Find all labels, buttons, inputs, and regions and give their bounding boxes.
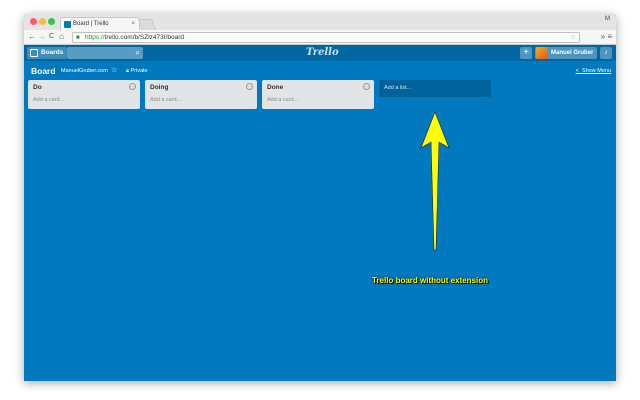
- add-button[interactable]: +: [520, 47, 532, 59]
- notifications-bell-icon[interactable]: ♪: [600, 47, 612, 59]
- board-team[interactable]: ManuelGruber.com: [61, 67, 108, 76]
- avatar: [536, 47, 548, 59]
- annotation-caption: Trello board without extension: [372, 276, 489, 285]
- list-name[interactable]: Doing: [150, 83, 168, 92]
- arrow-up-icon: [420, 112, 450, 251]
- bookmark-star-icon[interactable]: ☆: [570, 33, 576, 42]
- show-menu-link[interactable]: < Show Menu: [576, 67, 611, 76]
- list-doing: Doing … Add a card...: [145, 80, 257, 109]
- list-menu-icon[interactable]: …: [363, 83, 370, 90]
- list-name[interactable]: Do: [33, 83, 42, 92]
- back-icon[interactable]: ←: [28, 32, 36, 42]
- forward-icon[interactable]: →: [38, 32, 46, 42]
- boards-label: Boards: [41, 49, 64, 56]
- star-icon[interactable]: ☆: [111, 66, 117, 76]
- tab-title: Board | Trello: [73, 21, 109, 27]
- chevron-left-icon: <: [575, 68, 579, 74]
- add-card-link[interactable]: Add a card...: [150, 96, 181, 105]
- profile-initial[interactable]: M: [605, 16, 610, 22]
- boards-button[interactable]: Boards: [27, 47, 68, 59]
- close-window-icon[interactable]: [30, 18, 37, 25]
- browser-toolbar: ← → C ⌂ ■ https://trello.com/b/SZlz473I/…: [24, 30, 616, 45]
- list-name[interactable]: Done: [267, 83, 283, 92]
- trello-header: Boards ⌕ Trello + Manuel Gruber ♪: [24, 45, 616, 61]
- url-scheme: https://: [85, 34, 105, 41]
- search-icon[interactable]: ⌕: [136, 47, 140, 59]
- address-bar[interactable]: ■ https://trello.com/b/SZlz473I/board ☆: [72, 32, 580, 43]
- user-menu-button[interactable]: Manuel Gruber: [535, 47, 597, 59]
- search-input[interactable]: ⌕: [67, 47, 143, 59]
- trello-logo[interactable]: Trello: [306, 46, 339, 60]
- board-title[interactable]: Board: [31, 65, 56, 77]
- show-menu-label: Show Menu: [581, 68, 611, 74]
- minimize-window-icon[interactable]: [39, 18, 46, 25]
- title-bar: Board | Trello × M: [24, 14, 616, 30]
- add-card-link[interactable]: Add a card...: [33, 96, 64, 105]
- list-menu-icon[interactable]: …: [246, 83, 253, 90]
- visibility-button[interactable]: 🔒︎ Private: [126, 67, 148, 76]
- user-name: Manuel Gruber: [551, 50, 594, 56]
- add-card-link[interactable]: Add a card...: [267, 96, 298, 105]
- tab-close-icon[interactable]: ×: [131, 18, 135, 30]
- browser-tab[interactable]: Board | Trello ×: [60, 17, 140, 30]
- maximize-window-icon[interactable]: [48, 18, 55, 25]
- visibility-label: Private: [130, 68, 148, 74]
- list-menu-icon[interactable]: …: [129, 83, 136, 90]
- list-done: Done … Add a card...: [262, 80, 374, 109]
- home-icon[interactable]: ⌂: [59, 32, 64, 42]
- trello-favicon-icon: [64, 21, 71, 28]
- browser-menu-icon[interactable]: » ≡: [601, 32, 612, 42]
- new-tab-button[interactable]: [137, 19, 157, 30]
- url-path: trello.com/b/SZlz473I/board: [104, 34, 184, 41]
- boards-icon: [30, 49, 38, 57]
- browser-window: Board | Trello × M ← → C ⌂ ■ https://tre…: [24, 14, 616, 381]
- add-list-button[interactable]: Add a list...: [379, 80, 491, 97]
- list-do: Do … Add a card...: [28, 80, 140, 109]
- lock-icon: ■: [76, 35, 80, 41]
- reload-icon[interactable]: C: [49, 32, 54, 42]
